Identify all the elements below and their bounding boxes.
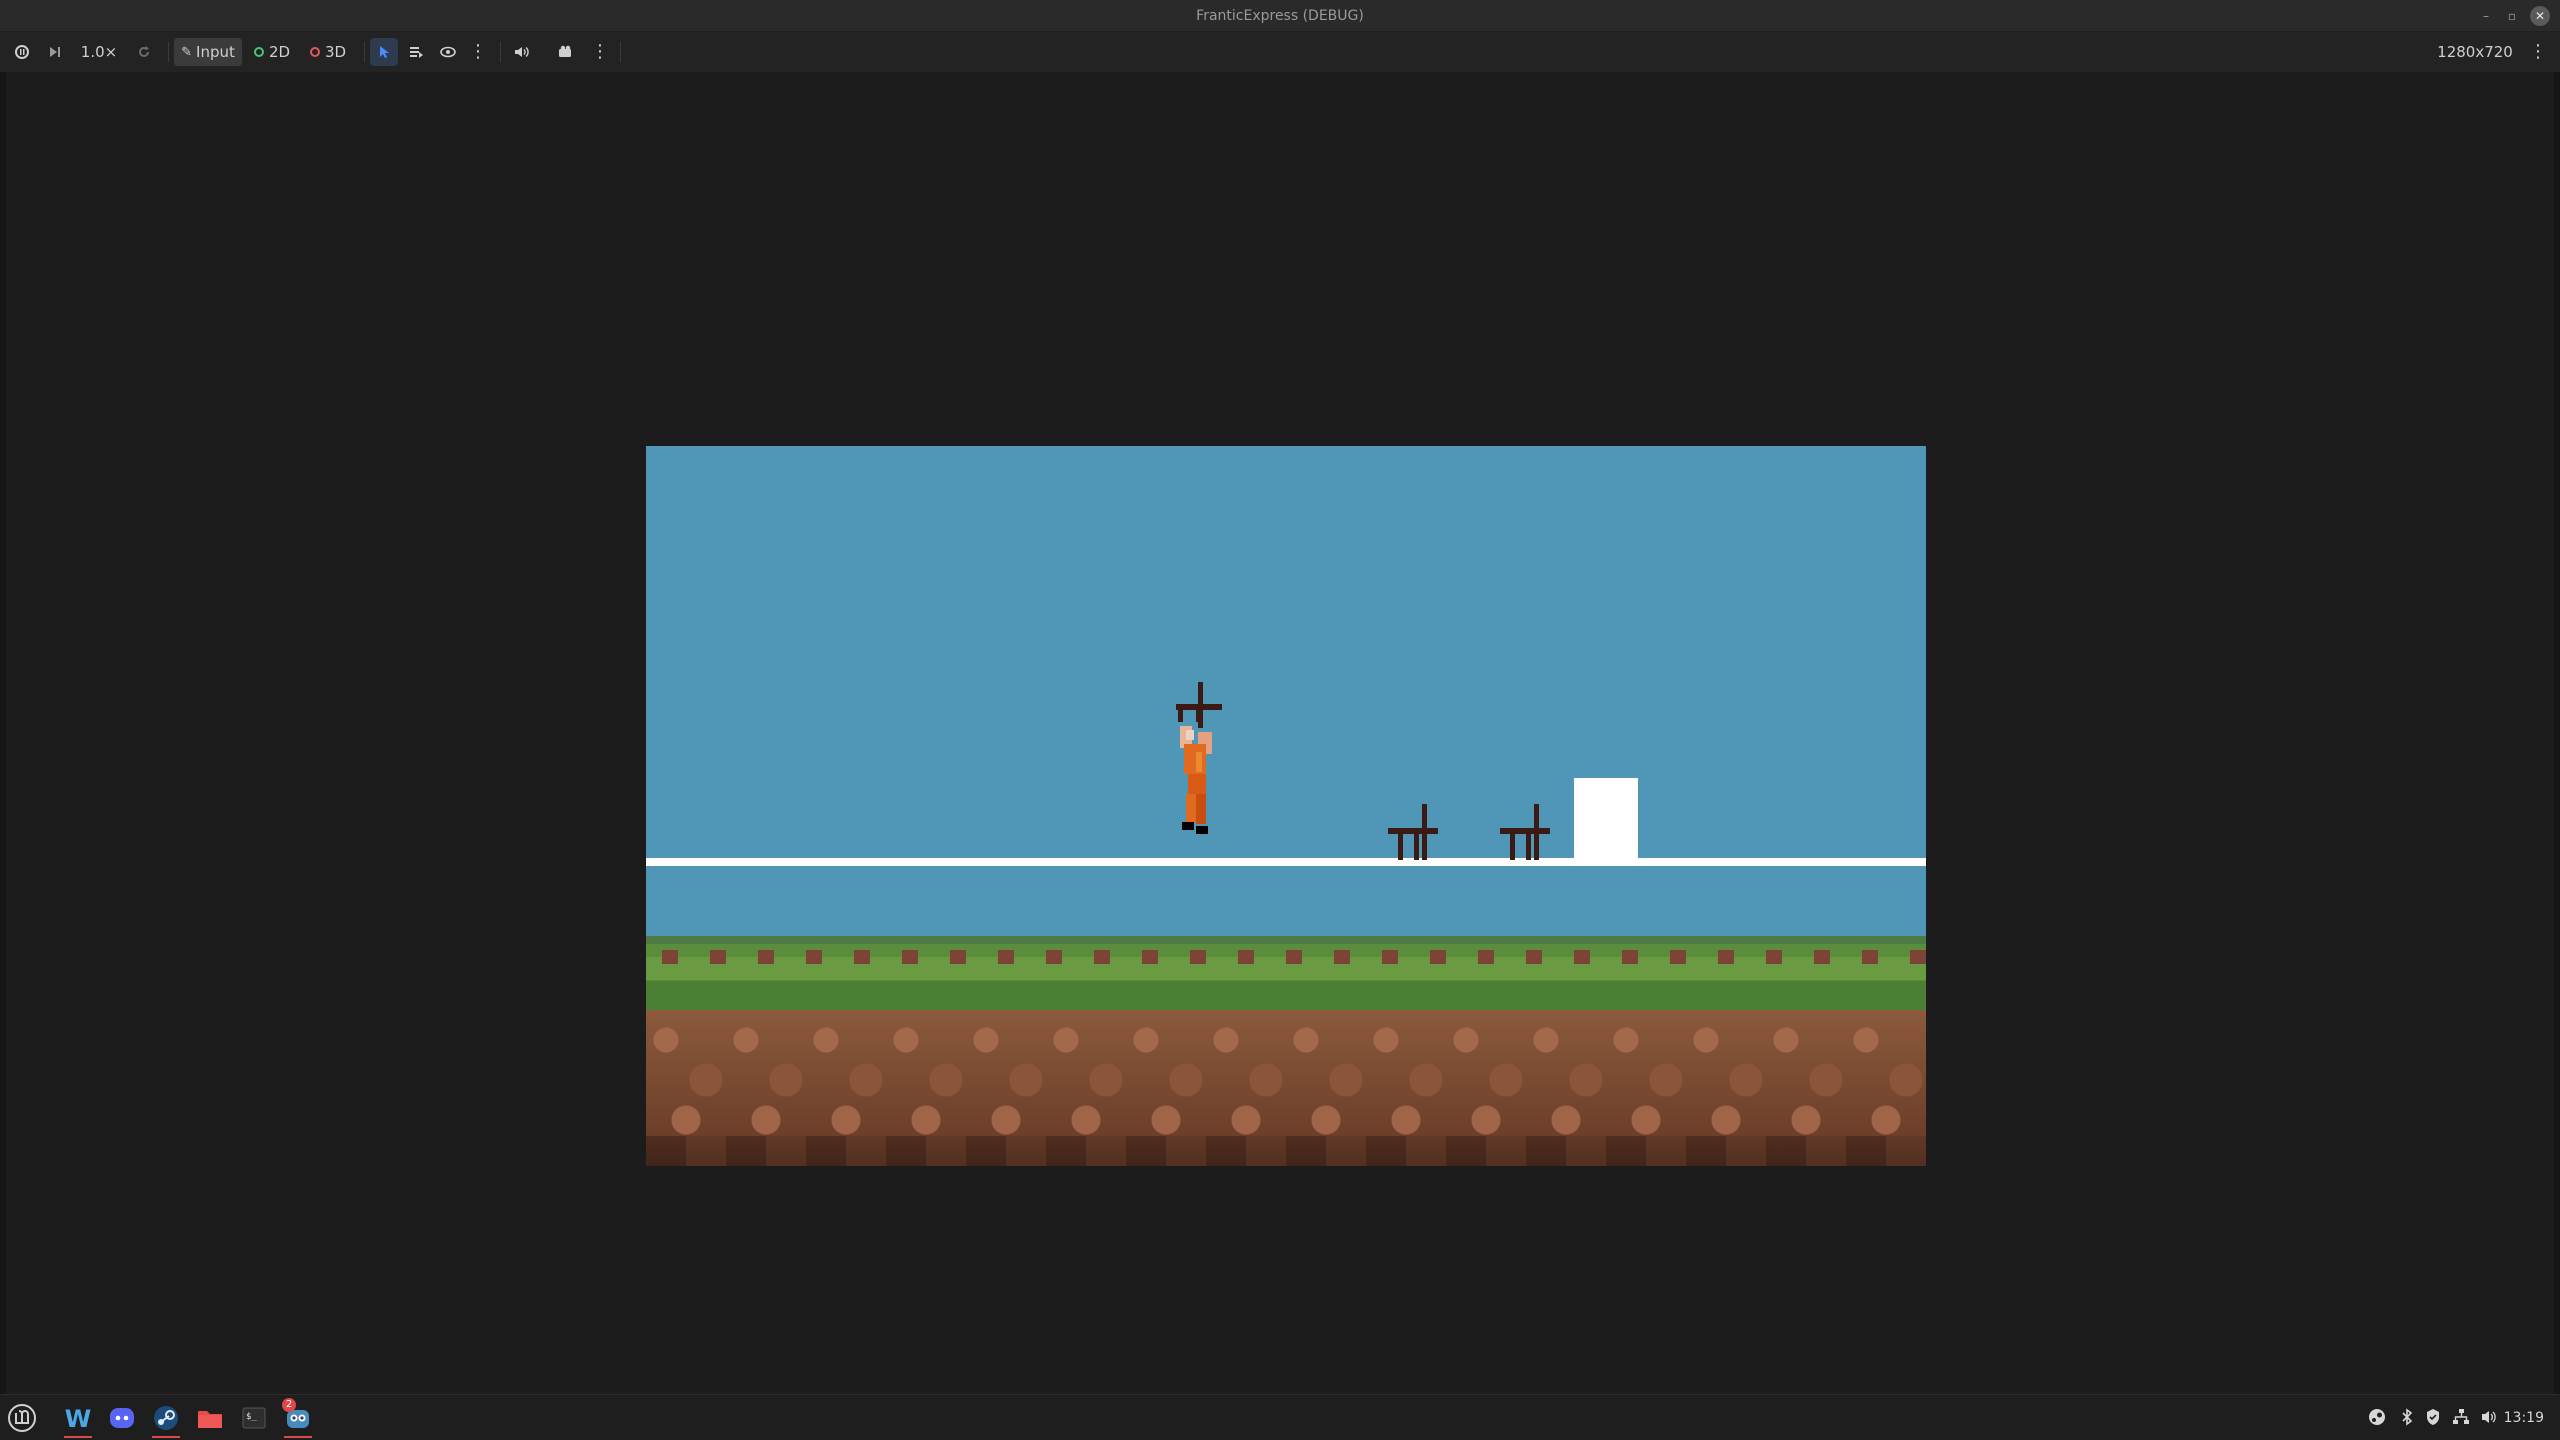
taskbar-clock[interactable]: 13:19 [2504,1395,2544,1440]
white-block [1574,778,1638,860]
next-frame-icon [50,47,60,57]
close-icon[interactable]: ✕ [2530,6,2550,26]
mode-2d-label: 2D [268,43,291,61]
grass-pattern [646,950,1926,964]
start-menu-button[interactable] [4,1400,40,1436]
steam-icon [154,1406,178,1430]
notification-badge: 2 [282,1398,296,1412]
more-options-button[interactable]: ⋮ [466,38,490,66]
next-frame-button[interactable] [40,38,68,66]
kebab-menu-icon: ⋮ [591,41,609,62]
camera-override-button[interactable] [552,38,580,66]
camera-icon [559,45,571,57]
suspend-button[interactable] [8,38,36,66]
speaker-icon [515,46,529,58]
window-title: FranticExpress (DEBUG) [1196,8,1364,24]
taskbar-files[interactable] [192,1400,228,1436]
dirt-bottom-pattern [646,1136,1926,1166]
joystick-icon: ✎ [181,44,193,60]
list-select-button[interactable] [402,38,430,66]
mode-2d-button[interactable]: 2D [248,38,296,66]
camera-options-button[interactable]: ⋮ [588,38,612,66]
terminal-icon: $_ [242,1407,266,1429]
system-taskbar: W $_ 2 13:19 [0,1394,2560,1440]
window-titlebar: FranticExpress (DEBUG) – ▫ ✕ [0,0,2560,32]
svg-text:$_: $_ [246,1412,257,1422]
volume-icon [2482,1411,2496,1423]
active-indicator [284,1436,312,1438]
taskbar-writer[interactable]: W [60,1400,96,1438]
taskbar-steam[interactable] [148,1400,184,1438]
mode-3d-label: 3D [324,43,347,61]
separator [620,42,621,62]
list-icon [410,47,423,58]
cursor-arrow-icon [380,46,389,58]
ground-line [646,858,1926,866]
active-indicator [64,1436,92,1438]
eye-icon [440,46,456,58]
debug-toolbar: 1.0× ✎ Input 2D 3D ⋮ ⋮ 1280x720 ⋮ [0,32,2560,72]
separator [364,42,365,62]
taskbar-godot[interactable]: 2 [280,1398,316,1438]
reset-icon [139,46,149,57]
resolution-label: 1280x720 [2437,43,2513,61]
tray-steam[interactable] [2366,1406,2388,1428]
player-character [1176,682,1222,834]
mute-audio-button[interactable] [508,38,536,66]
reset-speed-button[interactable] [130,38,158,66]
minimize-icon[interactable]: – [2476,6,2496,26]
w-app-icon: W [65,1405,91,1433]
tray-network[interactable] [2450,1406,2472,1428]
tray-volume[interactable] [2478,1406,2500,1428]
tray-shield[interactable] [2422,1406,2444,1428]
bluetooth-icon [2402,1408,2413,1426]
maximize-icon[interactable]: ▫ [2502,6,2522,26]
stool-obstacle [1500,804,1550,860]
network-icon [2453,1409,2469,1424]
game-viewport[interactable] [0,72,2560,1394]
kebab-menu-icon: ⋮ [2529,41,2547,62]
input-label: Input [196,43,235,61]
stool-obstacle [1388,804,1438,860]
separator [500,42,501,62]
node-3d-icon [309,47,320,57]
mode-3d-button[interactable]: 3D [304,38,352,66]
embed-options-button[interactable]: ⋮ [2526,38,2550,66]
taskbar-discord[interactable] [104,1400,140,1436]
svg-text:W: W [65,1405,91,1433]
discord-icon [110,1408,134,1428]
shield-icon [2427,1409,2439,1425]
mint-menu-icon [8,1404,36,1432]
tray-bluetooth[interactable] [2396,1406,2418,1428]
game-canvas[interactable] [646,446,1926,1166]
pause-game-icon [15,45,29,59]
grass-edge [646,936,1926,944]
separator [168,42,169,62]
active-indicator [152,1436,180,1438]
time-scale-button[interactable]: 1.0× [76,38,122,66]
node-2d-icon [253,47,264,57]
taskbar-terminal[interactable]: $_ [236,1400,272,1436]
select-mode-button[interactable] [370,38,398,66]
folder-icon [198,1411,222,1428]
input-toggle-button[interactable]: ✎ Input [174,38,242,66]
visibility-button[interactable] [434,38,462,66]
kebab-menu-icon: ⋮ [469,41,487,62]
steam-tray-icon [2369,1409,2385,1425]
